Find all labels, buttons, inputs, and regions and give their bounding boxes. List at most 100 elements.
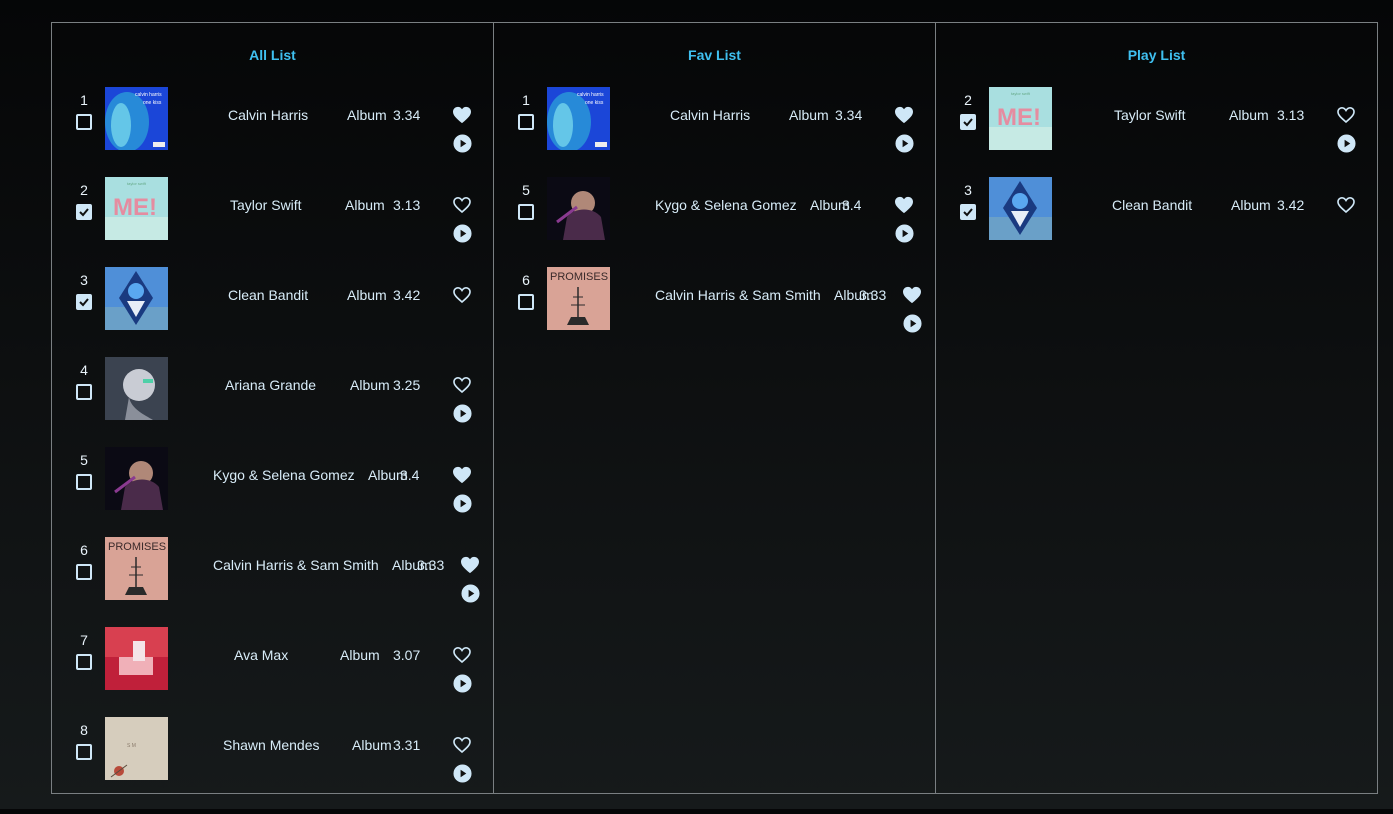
artist-name: Calvin Harris & Sam Smith <box>655 287 821 303</box>
svg-text:calvin harris: calvin harris <box>135 92 162 98</box>
heart-filled-icon[interactable] <box>452 106 472 124</box>
album-label: Album <box>347 107 387 123</box>
artist-name: Calvin Harris <box>670 107 751 123</box>
artist-name: Calvin Harris <box>228 107 309 123</box>
album-label: Album <box>352 737 392 753</box>
duration: 3.07 <box>393 647 421 663</box>
duration: 3.13 <box>393 197 421 213</box>
track-number: 6 <box>80 542 88 558</box>
track-number: 5 <box>80 452 88 468</box>
album-label: Album <box>1231 197 1271 213</box>
track-number: 3 <box>964 182 972 198</box>
select-checkbox[interactable] <box>518 114 534 130</box>
list-item: 7 Ava Max Album 3.07 <box>52 627 493 724</box>
svg-text:ME!: ME! <box>997 104 1041 131</box>
heart-filled-icon[interactable] <box>894 196 914 214</box>
play-icon[interactable] <box>453 224 472 243</box>
duration: 3.33 <box>417 557 445 573</box>
select-checkbox[interactable] <box>76 744 92 760</box>
artist-name: Taylor Swift <box>1114 107 1186 123</box>
list-item: 3 Clean Bandit Album 3.42 <box>52 267 493 364</box>
track-number: 5 <box>522 182 530 198</box>
play-icon[interactable] <box>453 764 472 783</box>
list-item: 3 Clean Bandit Album 3.42 <box>936 177 1377 274</box>
album-cover <box>105 357 168 420</box>
svg-text:taylor swift: taylor swift <box>1011 91 1031 96</box>
select-checkbox[interactable] <box>76 114 92 130</box>
album-cover: ME! taylor swift <box>105 177 168 240</box>
svg-text:PROMISES: PROMISES <box>550 271 608 283</box>
list-item: 8 S M Shawn Mendes Album 3.31 <box>52 717 493 814</box>
select-checkbox[interactable] <box>76 294 92 310</box>
track-number: 1 <box>522 92 530 108</box>
svg-text:PROMISES: PROMISES <box>108 541 166 553</box>
artist-name: Taylor Swift <box>230 197 302 213</box>
select-checkbox[interactable] <box>960 114 976 130</box>
album-label: Album <box>340 647 380 663</box>
duration: 3.34 <box>393 107 421 123</box>
select-checkbox[interactable] <box>960 204 976 220</box>
album-cover: calvin harris one kiss <box>547 87 610 150</box>
heart-outline-icon[interactable] <box>452 286 472 304</box>
select-checkbox[interactable] <box>76 564 92 580</box>
play-icon[interactable] <box>453 134 472 153</box>
play-icon[interactable] <box>453 494 472 513</box>
artist-name: Kygo & Selena Gomez <box>213 467 355 483</box>
svg-text:S M: S M <box>127 743 136 749</box>
album-cover: ME! taylor swift <box>989 87 1052 150</box>
list-item: 6 PROMISES Calvin Harris & Sam Smith Alb… <box>52 537 493 634</box>
heart-outline-icon[interactable] <box>452 196 472 214</box>
track-number: 3 <box>80 272 88 288</box>
track-number: 8 <box>80 722 88 738</box>
heart-outline-icon[interactable] <box>1336 106 1356 124</box>
select-checkbox[interactable] <box>76 384 92 400</box>
duration: 3.4 <box>842 197 862 213</box>
artist-name: Ariana Grande <box>225 377 317 393</box>
artist-name: Ava Max <box>234 647 289 663</box>
track-number: 4 <box>80 362 88 378</box>
heart-outline-icon[interactable] <box>1336 196 1356 214</box>
artist-name: Kygo & Selena Gomez <box>655 197 797 213</box>
fav-list-panel: Fav List 1 calvin harris one kiss Calvin … <box>493 22 936 794</box>
album-cover: PROMISES <box>105 537 168 600</box>
duration: 3.25 <box>393 377 421 393</box>
heart-filled-icon[interactable] <box>902 286 922 304</box>
artist-name: Clean Bandit <box>228 287 309 303</box>
heart-filled-icon[interactable] <box>452 466 472 484</box>
heart-filled-icon[interactable] <box>894 106 914 124</box>
panel-title: Play List <box>1127 47 1186 63</box>
select-checkbox[interactable] <box>518 294 534 310</box>
list-item: 2 ME! taylor swift Taylor Swift Album 3.1… <box>52 177 493 274</box>
track-number: 7 <box>80 632 88 648</box>
duration: 3.31 <box>393 737 421 753</box>
all-list-panel: All List 1 calvin harris one kiss Calvin … <box>51 22 494 794</box>
list-panels: All List 1 calvin harris one kiss Calvin … <box>51 22 1380 794</box>
select-checkbox[interactable] <box>76 654 92 670</box>
list-item: 2 ME! taylor swift Taylor Swift Album 3.1… <box>936 87 1377 184</box>
play-icon[interactable] <box>903 314 922 333</box>
duration: 3.13 <box>1277 107 1305 123</box>
duration: 3.34 <box>835 107 863 123</box>
heart-outline-icon[interactable] <box>452 376 472 394</box>
select-checkbox[interactable] <box>76 204 92 220</box>
play-icon[interactable] <box>453 404 472 423</box>
play-icon[interactable] <box>895 134 914 153</box>
play-icon[interactable] <box>1337 134 1356 153</box>
album-label: Album <box>1229 107 1269 123</box>
list-item: 5 Kygo & Selena Gomez Album 3.4 <box>52 447 493 544</box>
play-list-panel: Play List 2 ME! taylor swift Taylor Swift… <box>935 22 1378 794</box>
play-icon[interactable] <box>461 584 480 603</box>
play-icon[interactable] <box>453 674 472 693</box>
list-item: 5 Kygo & Selena Gomez Album 3.4 <box>494 177 935 274</box>
album-cover: PROMISES <box>547 267 610 330</box>
track-number: 2 <box>964 92 972 108</box>
artist-name: Calvin Harris & Sam Smith <box>213 557 379 573</box>
album-label: Album <box>350 377 390 393</box>
album-label: Album <box>347 287 387 303</box>
play-icon[interactable] <box>895 224 914 243</box>
heart-filled-icon[interactable] <box>460 556 480 574</box>
heart-outline-icon[interactable] <box>452 736 472 754</box>
heart-outline-icon[interactable] <box>452 646 472 664</box>
select-checkbox[interactable] <box>518 204 534 220</box>
select-checkbox[interactable] <box>76 474 92 490</box>
